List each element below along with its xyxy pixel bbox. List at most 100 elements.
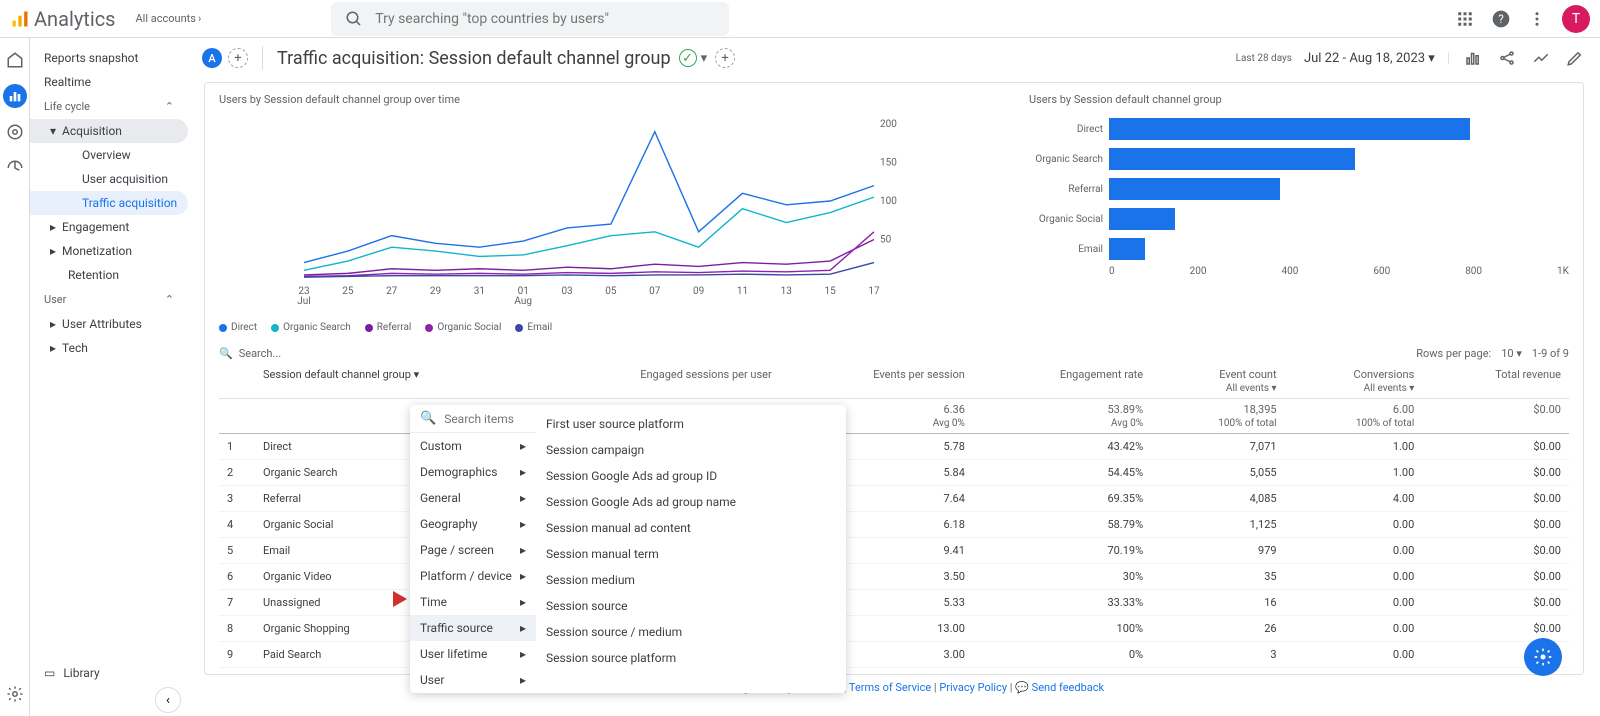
accounts-label: All accounts: [136, 12, 196, 25]
add-button[interactable]: +: [715, 48, 735, 68]
popup-category-item[interactable]: Platform / device▸: [410, 563, 536, 589]
bar-row: Referral: [1029, 174, 1569, 204]
bar-row: Organic Social: [1029, 204, 1569, 234]
table-search-placeholder: Search...: [239, 347, 282, 360]
popup-category-item[interactable]: User▸: [410, 667, 536, 693]
more-vert-icon[interactable]: [1526, 8, 1548, 30]
popup-category-item[interactable]: Time▸: [410, 589, 536, 615]
search-icon: [343, 8, 365, 30]
customize-icon[interactable]: [1462, 47, 1484, 69]
popup-dimension-item[interactable]: Session campaign: [536, 437, 846, 463]
avatar[interactable]: T: [1562, 5, 1590, 33]
logo-text: Analytics: [34, 7, 116, 31]
svg-text:Jul: Jul: [297, 296, 310, 307]
legend-item[interactable]: Organic Search: [271, 322, 351, 333]
logo[interactable]: Analytics: [10, 7, 116, 31]
chevron-right-icon: ▸: [520, 543, 526, 557]
chevron-down-icon[interactable]: ▾: [701, 51, 708, 66]
share-icon[interactable]: [1496, 47, 1518, 69]
rows-per-page-select[interactable]: 10 ▾: [1501, 347, 1522, 360]
svg-text:09: 09: [693, 286, 704, 297]
footer-link-feedback[interactable]: Send feedback: [1032, 681, 1104, 694]
date-range-picker[interactable]: Jul 22 - Aug 18, 2023 ▾: [1304, 51, 1435, 66]
report-header: A + Traffic acquisition: Session default…: [188, 38, 1600, 78]
sidebar-item-overview[interactable]: Overview: [30, 143, 188, 167]
popup-category-item[interactable]: General▸: [410, 485, 536, 511]
popup-category-item[interactable]: Traffic source▸: [410, 615, 536, 641]
help-icon[interactable]: ?: [1490, 8, 1512, 30]
sidebar-item-monetization[interactable]: ▸Monetization: [30, 239, 188, 263]
svg-text:Aug: Aug: [514, 296, 532, 307]
sidebar-item-realtime[interactable]: Realtime: [30, 70, 188, 94]
popup-dimension-item[interactable]: First user source platform: [536, 411, 846, 437]
popup-dimension-item[interactable]: Session source: [536, 593, 846, 619]
svg-text:200: 200: [880, 119, 897, 130]
sidebar-item-retention[interactable]: Retention: [30, 263, 188, 287]
sidebar-item-library[interactable]: ▭ Library: [30, 658, 188, 688]
check-circle-icon[interactable]: ✓: [679, 49, 697, 67]
sidebar: Reports snapshot Realtime Life cycle⌃ ▾A…: [30, 38, 188, 716]
date-label: Last 28 days: [1236, 53, 1292, 64]
footer-link-privacy[interactable]: Privacy Policy: [939, 681, 1007, 694]
sidebar-item-engagement[interactable]: ▸Engagement: [30, 215, 188, 239]
explore-icon[interactable]: [3, 120, 27, 144]
search-input[interactable]: [375, 11, 717, 27]
chevron-up-icon: ⌃: [165, 293, 174, 306]
legend-item[interactable]: Email: [515, 322, 552, 333]
svg-text:100: 100: [880, 196, 897, 207]
svg-text:07: 07: [649, 286, 661, 297]
line-chart: Users by Session default channel group o…: [219, 93, 989, 333]
sidebar-group-lifecycle[interactable]: Life cycle⌃: [30, 94, 188, 119]
popup-dimension-item[interactable]: Session Google Ads ad group ID: [536, 463, 846, 489]
popup-category-item[interactable]: Custom▸: [410, 433, 536, 459]
footer-link-tos[interactable]: Terms of Service: [849, 681, 931, 694]
sidebar-item-user-attributes[interactable]: ▸User Attributes: [30, 312, 188, 336]
popup-dimension-item[interactable]: Session medium: [536, 567, 846, 593]
chevron-right-icon: ▸: [520, 595, 526, 609]
popup-dimension-item[interactable]: Session source / medium: [536, 619, 846, 645]
sidebar-item-traffic-acquisition[interactable]: Traffic acquisition: [30, 191, 188, 215]
chevron-right-icon: ▸: [520, 517, 526, 531]
popup-category-item[interactable]: Page / screen▸: [410, 537, 536, 563]
advertising-icon[interactable]: [3, 156, 27, 180]
popup-search[interactable]: 🔍: [410, 405, 536, 433]
audience-pill[interactable]: A: [202, 48, 222, 68]
popup-dimension-item[interactable]: Session source platform: [536, 645, 846, 671]
svg-text:03: 03: [561, 286, 572, 297]
dimension-dropdown[interactable]: Session default channel group ▾: [263, 368, 419, 381]
sidebar-item-tech[interactable]: ▸Tech: [30, 336, 188, 360]
legend-item[interactable]: Referral: [365, 322, 412, 333]
search-bar[interactable]: [331, 2, 729, 36]
sidebar-group-user[interactable]: User⌃: [30, 287, 188, 312]
legend-item[interactable]: Organic Social: [425, 322, 501, 333]
svg-text:05: 05: [605, 286, 617, 297]
chevron-right-icon: ▸: [520, 465, 526, 479]
rows-per-page-label: Rows per page:: [1416, 347, 1491, 360]
popup-dimension-item[interactable]: Session manual ad content: [536, 515, 846, 541]
apps-icon[interactable]: [1454, 8, 1476, 30]
collapse-sidebar-button[interactable]: ‹: [156, 688, 180, 712]
popup-dimension-item[interactable]: Session manual term: [536, 541, 846, 567]
folder-icon: ▭: [44, 666, 55, 680]
sidebar-item-user-acquisition[interactable]: User acquisition: [30, 167, 188, 191]
table-search[interactable]: 🔍 Search...: [219, 347, 281, 360]
line-chart-title: Users by Session default channel group o…: [219, 93, 989, 106]
sidebar-item-acquisition[interactable]: ▾Acquisition: [30, 119, 188, 143]
admin-gear-icon[interactable]: [3, 682, 27, 706]
sidebar-item-snapshot[interactable]: Reports snapshot: [30, 46, 188, 70]
svg-text:13: 13: [781, 286, 792, 297]
popup-category-item[interactable]: Demographics▸: [410, 459, 536, 485]
popup-dimension-item[interactable]: Session Google Ads ad group name: [536, 489, 846, 515]
reports-icon[interactable]: [3, 84, 27, 108]
legend-item[interactable]: Direct: [219, 322, 257, 333]
search-icon: 🔍: [219, 347, 233, 360]
divider: [262, 46, 263, 70]
edit-icon[interactable]: [1564, 47, 1586, 69]
popup-category-item[interactable]: User lifetime▸: [410, 641, 536, 667]
home-icon[interactable]: [3, 48, 27, 72]
accounts-picker[interactable]: All accounts ›: [136, 12, 202, 25]
popup-category-item[interactable]: Geography▸: [410, 511, 536, 537]
insights-icon[interactable]: [1530, 47, 1552, 69]
add-comparison-button[interactable]: +: [228, 48, 248, 68]
settings-fab[interactable]: [1524, 638, 1562, 676]
